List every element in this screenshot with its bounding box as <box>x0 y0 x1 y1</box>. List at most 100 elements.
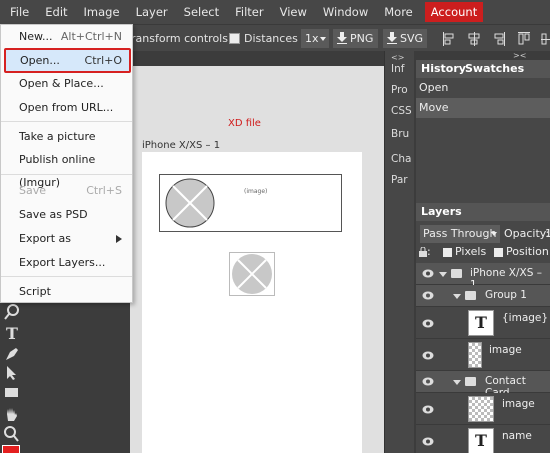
hand-tool-icon[interactable] <box>2 405 22 423</box>
menu-edit[interactable]: Edit <box>37 0 75 24</box>
artboard-label[interactable]: iPhone X/XS – 1 <box>142 140 220 151</box>
export-png-label: PNG <box>350 32 374 45</box>
tab-layers[interactable]: Layers <box>418 203 465 221</box>
menu-item-shortcut: Ctrl+S <box>86 184 122 197</box>
menu-item-label: Save as PSD <box>19 208 88 221</box>
folder-icon <box>451 269 462 278</box>
menu-item-script[interactable]: Script <box>1 280 132 303</box>
align-left-icon[interactable] <box>443 32 455 46</box>
menu-item-open[interactable]: Open... Ctrl+O <box>4 48 131 73</box>
menu-select[interactable]: Select <box>176 0 227 24</box>
panel-properties-button[interactable]: Pro <box>387 80 413 100</box>
menu-item-shortcut: Alt+Ctrl+N <box>60 30 122 43</box>
lock-pixels-checkbox[interactable] <box>443 248 452 257</box>
history-panel: Open Move <box>416 78 550 204</box>
align-top-icon[interactable] <box>518 32 530 46</box>
eye-icon[interactable] <box>422 291 434 300</box>
menu-window[interactable]: Window <box>315 0 376 24</box>
menu-separator <box>1 121 132 122</box>
foreground-color-swatch[interactable] <box>2 445 20 453</box>
menu-item-publish-imgur[interactable]: Publish online (Imgur) <box>1 148 132 189</box>
menu-item-label: New... <box>19 30 53 43</box>
eye-icon[interactable] <box>422 319 434 328</box>
panel-paragraph-button[interactable]: Par <box>387 170 413 190</box>
tab-swatches[interactable]: Swatches <box>462 60 527 78</box>
layer-row[interactable]: T name <box>416 425 550 453</box>
eye-icon[interactable] <box>422 405 434 414</box>
menu-view[interactable]: View <box>272 0 315 24</box>
expand-arrow-icon[interactable] <box>453 294 461 299</box>
eye-icon[interactable] <box>422 351 434 360</box>
expand-arrow-icon[interactable] <box>439 272 447 277</box>
history-tab-bar: History Swatches <box>416 60 550 78</box>
menu-item-export-layers[interactable]: Export Layers... <box>1 251 132 274</box>
menu-layer[interactable]: Layer <box>128 0 176 24</box>
folder-icon <box>465 377 476 386</box>
menu-item-save[interactable]: Save Ctrl+S <box>1 179 132 202</box>
menu-item-label: Open from URL... <box>19 101 114 114</box>
lock-position-checkbox[interactable] <box>494 248 503 257</box>
zoom-select[interactable]: 1x <box>301 29 329 48</box>
menu-item-open-place[interactable]: Open & Place... <box>1 72 132 95</box>
expand-arrow-icon[interactable] <box>453 380 461 385</box>
export-png-button[interactable]: PNG <box>333 29 378 48</box>
layer-row[interactable]: Contact Card <box>416 371 550 399</box>
layer-row[interactable]: image <box>416 339 550 371</box>
svg-text:T: T <box>6 324 18 342</box>
zoom-tool-icon[interactable] <box>2 425 22 443</box>
align-center-icon[interactable] <box>468 32 480 46</box>
layer-name: name <box>502 430 532 442</box>
layer-row[interactable]: iPhone X/XS – 1 <box>416 263 550 291</box>
blend-mode-value: Pass Through <box>423 227 497 240</box>
layer-name: image <box>502 398 535 410</box>
distances-checkbox[interactable] <box>229 33 240 44</box>
history-row[interactable]: Open <box>416 78 550 98</box>
collapse-panels-button[interactable]: >< <box>513 51 526 60</box>
lock-icon <box>419 247 427 257</box>
image-placeholder-icon[interactable] <box>229 252 275 296</box>
rectangle-tool-icon[interactable] <box>2 384 22 402</box>
menu-file[interactable]: File <box>2 0 37 24</box>
panel-info-button[interactable]: Inf <box>387 59 413 79</box>
history-row[interactable]: Move <box>416 98 550 118</box>
layers-tab-bar: Layers <box>416 203 550 221</box>
image-placeholder-icon[interactable] <box>165 178 215 228</box>
mini-panel-column: <> Inf Pro CSS Bru Cha Par <box>384 51 414 453</box>
type-tool-icon[interactable]: T <box>2 324 22 342</box>
zoom-value: 1x <box>305 32 319 45</box>
panel-brush-button[interactable]: Bru <box>387 124 413 144</box>
align-right-icon[interactable] <box>493 32 505 46</box>
export-svg-button[interactable]: SVG <box>383 29 427 48</box>
layers-options: Pass Through Opacity: 1 : Pixels Positio… <box>416 221 550 263</box>
transform-controls-label[interactable]: ransform controls <box>131 32 228 45</box>
menu-more[interactable]: More <box>376 0 421 24</box>
export-svg-label: SVG <box>400 32 424 45</box>
blend-mode-select[interactable]: Pass Through <box>420 225 500 243</box>
menu-item-open-url[interactable]: Open from URL... <box>1 96 132 119</box>
layer-row[interactable]: Group 1 <box>416 285 550 307</box>
menu-item-label: Export Layers... <box>19 256 106 269</box>
panel-css-button[interactable]: CSS <box>387 101 413 121</box>
layer-row[interactable]: T {image} <box>416 307 550 339</box>
pen-tool-icon[interactable] <box>2 344 22 362</box>
menu-filter[interactable]: Filter <box>227 0 271 24</box>
eye-icon[interactable] <box>422 437 434 446</box>
menu-image[interactable]: Image <box>76 0 128 24</box>
menu-item-new[interactable]: New... Alt+Ctrl+N <box>1 25 132 48</box>
zoom-tool-icon[interactable] <box>2 303 22 321</box>
opacity-value[interactable]: 1 <box>545 227 550 240</box>
eye-icon[interactable] <box>422 377 434 386</box>
distances-label[interactable]: Distances <box>244 32 298 45</box>
panel-character-button[interactable]: Cha <box>387 149 413 169</box>
direct-select-tool-icon[interactable] <box>2 364 22 382</box>
submenu-arrow-icon <box>116 235 122 243</box>
layer-name: image <box>489 344 522 356</box>
menu-item-export-as[interactable]: Export as <box>1 227 132 250</box>
menu-item-take-picture[interactable]: Take a picture <box>1 125 132 148</box>
eye-icon[interactable] <box>422 269 434 278</box>
layer-row[interactable]: image <box>416 393 550 425</box>
menu-item-save-psd[interactable]: Save as PSD <box>1 203 132 226</box>
opacity-label: Opacity: <box>504 227 550 240</box>
align-middle-icon[interactable] <box>541 32 550 46</box>
account-button[interactable]: Account <box>424 2 484 22</box>
